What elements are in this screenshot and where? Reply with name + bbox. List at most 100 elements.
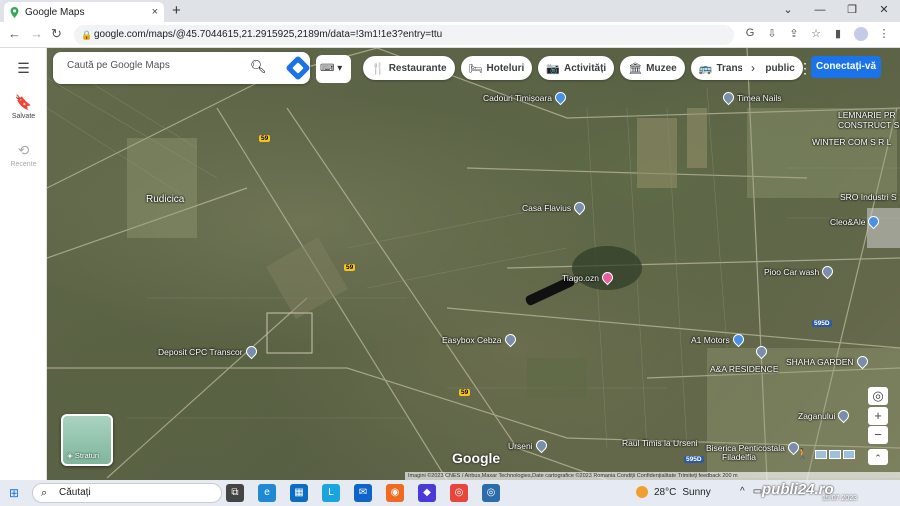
place-rudicica: Rudicica: [146, 194, 184, 205]
road-shield-59: 59: [259, 135, 271, 142]
directions-icon[interactable]: [285, 55, 311, 81]
task-view-icon[interactable]: ⧉: [226, 484, 244, 502]
address-bar: ← → ↻ 🔒 google.com/maps/@45.7044615,21.2…: [0, 22, 900, 48]
place-label: Easybox Cebza: [442, 334, 502, 345]
place-casa-flavius[interactable]: Casa Flavius: [522, 199, 588, 216]
weather-temp: 28°C: [654, 486, 677, 498]
my-location-icon[interactable]: ◎: [868, 387, 888, 405]
l-app-icon[interactable]: L: [322, 484, 340, 502]
windows-start-icon[interactable]: ⊞: [9, 486, 19, 500]
edge-icon[interactable]: e: [258, 484, 276, 502]
install-app-icon[interactable]: ⇩: [766, 27, 778, 41]
new-tab-button[interactable]: +: [172, 3, 181, 19]
weather-text: Sunny: [682, 486, 711, 498]
window-controls: ⌄ — ❐ ✕: [772, 0, 900, 22]
road-shield-59: 59: [459, 389, 471, 396]
sidebar-item-saved[interactable]: 🔖 Salvate: [0, 94, 47, 120]
system-tray: ^ ▭: [740, 486, 762, 497]
place-aa-residence[interactable]: A&A RESIDENCE: [710, 364, 779, 374]
chip-label: Activități: [563, 62, 607, 74]
place-cleo[interactable]: Cleo&Ale: [830, 213, 882, 230]
star-icon[interactable]: ☆: [810, 27, 822, 41]
input-tools-button[interactable]: ⌨ ▾: [316, 55, 351, 83]
restore-icon[interactable]: ❐: [836, 0, 868, 22]
zoom-out-button[interactable]: −: [868, 426, 888, 444]
sidebar-recent-label: Recente: [10, 161, 37, 168]
bookmark-icon: 🔖: [14, 94, 33, 110]
sign-in-button[interactable]: Conectați-vă: [811, 56, 881, 78]
imagery-thumbnails[interactable]: [815, 450, 855, 459]
chrome-active-icon[interactable]: ◎: [482, 484, 500, 502]
place-tiago[interactable]: Tiago.ozn: [562, 269, 616, 286]
url-field[interactable]: 🔒 google.com/maps/@45.7044615,21.2915925…: [74, 25, 734, 45]
chip-activities[interactable]: 📷 Activități: [538, 56, 615, 80]
close-window-icon[interactable]: ✕: [868, 0, 900, 22]
place-raul[interactable]: Raul Timis la Urseni: [622, 438, 698, 448]
profile-avatar[interactable]: [854, 27, 868, 41]
chip-museums[interactable]: 🏛 Muzee: [620, 56, 685, 80]
satellite-map[interactable]: [47, 48, 900, 480]
layers-button[interactable]: ◈ Straturi: [61, 414, 113, 466]
place-pin-extra[interactable]: [753, 343, 770, 360]
weather-widget[interactable]: 28°C Sunny: [636, 486, 711, 498]
place-zaganului[interactable]: Zaganului: [798, 407, 852, 424]
maps-sidebar: ☰ 🔖 Salvate ⟲ Recente: [0, 48, 47, 480]
place-winter[interactable]: WINTER COM S R L: [812, 137, 891, 147]
minimize-icon[interactable]: —: [804, 0, 836, 22]
search-input[interactable]: [67, 60, 247, 71]
close-tab-icon[interactable]: ×: [152, 6, 158, 18]
store-icon[interactable]: ▦: [290, 484, 308, 502]
place-shaha[interactable]: SHAHA GARDEN: [786, 353, 870, 370]
menu-hamburger-icon[interactable]: ☰: [0, 60, 47, 79]
sidepanel-icon[interactable]: ▮: [832, 27, 844, 41]
tab-google-maps[interactable]: Google Maps ×: [4, 2, 164, 22]
taskbar-search[interactable]: ⌕ Căutați: [32, 483, 222, 503]
network-icon[interactable]: ▭: [753, 486, 762, 497]
menu-dots-icon[interactable]: ⋮: [878, 27, 890, 41]
chrome-icon[interactable]: ◎: [450, 484, 468, 502]
sidebar-saved-label: Salvate: [11, 113, 36, 120]
share-icon[interactable]: ⇪: [788, 27, 800, 41]
forward-icon[interactable]: →: [30, 26, 43, 41]
search-icon[interactable]: 🔍︎: [250, 59, 267, 75]
place-construct[interactable]: CONSTRUCT S: [838, 120, 899, 130]
place-timea[interactable]: Timea Nails: [720, 89, 782, 106]
fork-knife-icon: 🍴: [371, 62, 385, 75]
back-icon[interactable]: ←: [8, 26, 21, 41]
museum-icon: 🏛: [628, 62, 643, 75]
place-pin-icon: [720, 89, 737, 106]
place-ursen[interactable]: Urseni: [508, 437, 549, 454]
tray-chevron-icon[interactable]: ^: [740, 486, 745, 497]
place-label: Pioo Car wash: [764, 266, 820, 277]
place-sro[interactable]: SRO Industri S: [840, 192, 897, 202]
chip-label: Restaurante: [388, 62, 447, 74]
sidebar-item-recent[interactable]: ⟲ Recente: [0, 142, 47, 168]
zoom-in-button[interactable]: +: [868, 407, 888, 425]
place-pioo[interactable]: Pioo Car wash: [764, 263, 836, 280]
pegman-icon[interactable]: 🚶: [796, 449, 808, 460]
place-deposit[interactable]: Deposit CPC Transcor: [158, 343, 259, 360]
expand-icon[interactable]: ⌃: [868, 449, 888, 465]
firefox-icon[interactable]: ◉: [386, 484, 404, 502]
place-label: Biserica Penticostala: [706, 442, 785, 453]
category-chips: 🍴 Restaurante 🛏 Hoteluri 📷 Activități 🏛 Muze…: [363, 56, 803, 80]
taskbar-search-text: Căutați: [59, 487, 91, 498]
road-shield-59: 59: [344, 264, 356, 271]
chip-restaurants[interactable]: 🍴 Restaurante: [363, 56, 455, 80]
place-filadelfia[interactable]: Filadelfia: [722, 452, 756, 462]
app-icon[interactable]: ◆: [418, 484, 436, 502]
chevron-down-icon[interactable]: ⌄: [772, 0, 804, 22]
place-easybox[interactable]: Easybox Cebza: [442, 331, 518, 348]
lock-icon: 🔒: [81, 30, 93, 40]
reload-icon[interactable]: ↻: [51, 26, 62, 42]
place-lemnarie[interactable]: LEMNARIE PR: [838, 110, 896, 120]
google-lens-icon[interactable]: G: [744, 27, 756, 41]
place-cadouri[interactable]: Cadouri Timișoara: [483, 89, 569, 106]
place-a1-motors[interactable]: A1 Motors: [691, 331, 747, 348]
mail-icon[interactable]: ✉: [354, 484, 372, 502]
chip-hotels[interactable]: 🛏 Hoteluri: [460, 56, 533, 80]
place-label: Timea Nails: [737, 92, 782, 103]
layers-label: ◈ Straturi: [67, 451, 100, 460]
place-label: Deposit CPC Transcor: [158, 346, 243, 357]
chips-next-button[interactable]: ›: [742, 57, 764, 79]
